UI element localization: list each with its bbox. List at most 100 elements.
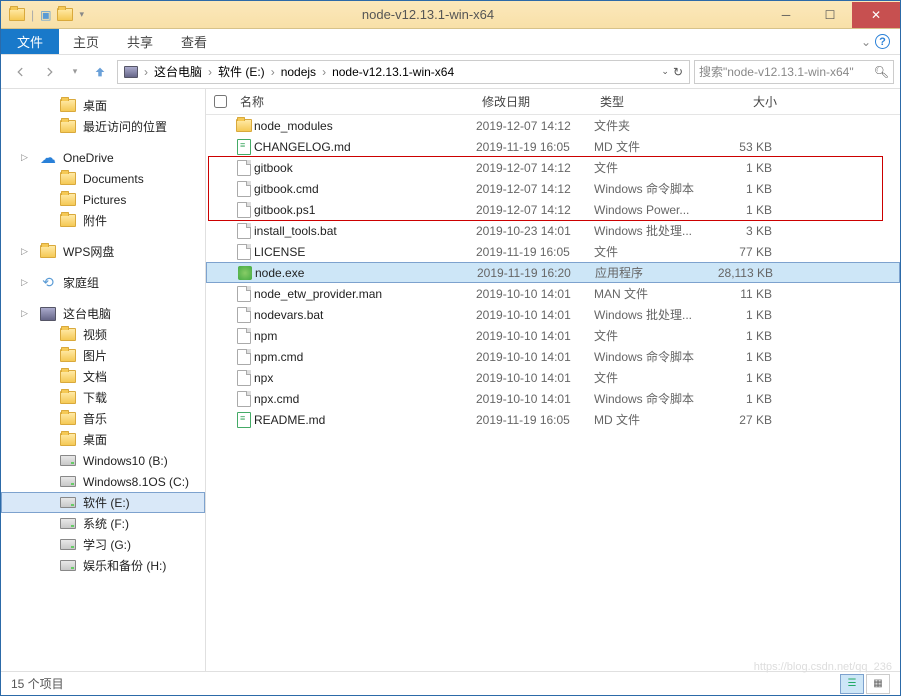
sidebar-item[interactable]: 桌面 [1,95,205,116]
file-row[interactable]: README.md2019-11-19 16:05MD 文件27 KB [206,409,900,430]
file-row[interactable]: node.exe2019-11-19 16:20应用程序28,113 KB [206,262,900,283]
sidebar-item[interactable]: 文档 [1,366,205,387]
sidebar-item[interactable]: 学习 (G:) [1,534,205,555]
titlebar: | ▣ ▾ node-v12.13.1-win-x64 ─ ☐ ✕ [1,1,900,29]
file-row[interactable]: npm.cmd2019-10-10 14:01Windows 命令脚本1 KB [206,346,900,367]
sidebar-item[interactable]: Pictures [1,189,205,210]
file-name: node_modules [254,119,476,133]
file-type: MAN 文件 [594,285,714,302]
file-size: 27 KB [714,413,784,427]
expand-caret-icon[interactable]: ▷ [21,152,33,163]
sidebar-item-label: 图片 [83,347,107,364]
expand-caret-icon[interactable]: ▷ [21,308,33,319]
sidebar-item[interactable]: Documents [1,168,205,189]
breadcrumb-item[interactable]: nodejs [277,61,320,83]
file-row[interactable]: node_modules2019-12-07 14:12文件夹 [206,115,900,136]
file-icon [234,244,254,260]
file-tab[interactable]: 文件 [1,29,59,54]
sidebar-item[interactable]: ▷⟲家庭组 [1,272,205,293]
sidebar-item[interactable]: 最近访问的位置 [1,116,205,137]
sidebar-item[interactable]: ▷WPS网盘 [1,241,205,262]
navigation-pane[interactable]: 桌面最近访问的位置▷☁OneDriveDocumentsPictures附件▷W… [1,89,206,671]
sidebar-item[interactable]: 娱乐和备份 (H:) [1,555,205,576]
file-row[interactable]: gitbook.ps12019-12-07 14:12Windows Power… [206,199,900,220]
file-row[interactable]: npx.cmd2019-10-10 14:01Windows 命令脚本1 KB [206,388,900,409]
forward-button[interactable] [37,59,63,85]
item-count: 15 个项目 [11,675,64,692]
net-icon: ⟲ [39,275,57,291]
file-list[interactable]: node_modules2019-12-07 14:12文件夹CHANGELOG… [206,115,900,671]
file-row[interactable]: npx2019-10-10 14:01文件1 KB [206,367,900,388]
sidebar-item[interactable]: Windows10 (B:) [1,450,205,471]
column-name[interactable]: 名称 [234,93,476,110]
sidebar-item[interactable]: ▷这台电脑 [1,303,205,324]
chevron-right-icon[interactable]: › [142,65,150,79]
file-row[interactable]: gitbook.cmd2019-12-07 14:12Windows 命令脚本1… [206,178,900,199]
back-button[interactable] [7,59,33,85]
maximize-button[interactable]: ☐ [808,2,852,28]
sidebar-item[interactable]: 桌面 [1,429,205,450]
folder-icon [59,411,77,427]
file-row[interactable]: node_etw_provider.man2019-10-10 14:01MAN… [206,283,900,304]
search-placeholder: 搜索"node-v12.13.1-win-x64" [699,63,854,80]
select-all-checkbox[interactable] [206,95,234,108]
sidebar-item[interactable]: Windows8.1OS (C:) [1,471,205,492]
file-size: 1 KB [714,371,784,385]
file-type: 文件 [594,243,714,260]
quick-access-toolbar: | ▣ ▾ [1,8,92,22]
sidebar-item-label: OneDrive [63,151,114,165]
file-type: Windows 命令脚本 [594,348,714,365]
sidebar-item[interactable]: ▷☁OneDrive [1,147,205,168]
chevron-right-icon[interactable]: › [320,65,328,79]
sidebar-item[interactable]: 图片 [1,345,205,366]
sidebar-item[interactable]: 音乐 [1,408,205,429]
up-button[interactable] [87,59,113,85]
sidebar-item[interactable]: 附件 [1,210,205,231]
file-row[interactable]: CHANGELOG.md2019-11-19 16:05MD 文件53 KB [206,136,900,157]
chevron-right-icon[interactable]: › [269,65,277,79]
tab-share[interactable]: 共享 [113,29,167,54]
sidebar-item-label: Windows8.1OS (C:) [83,475,189,489]
breadcrumb-item[interactable]: node-v12.13.1-win-x64 [328,61,458,83]
refresh-icon[interactable]: ↻ [673,65,683,79]
ribbon-expand-icon[interactable]: ⌄ [861,35,871,49]
pc-icon[interactable] [120,61,142,83]
properties-icon[interactable]: ▣ [40,8,51,22]
new-folder-icon[interactable] [57,8,73,21]
minimize-button[interactable]: ─ [764,2,808,28]
expand-caret-icon[interactable]: ▷ [21,246,33,257]
window-title: node-v12.13.1-win-x64 [92,7,764,22]
breadcrumb-item[interactable]: 这台电脑 [150,61,206,83]
details-view-button[interactable]: ☰ [840,674,864,694]
search-icon[interactable]: 🔍︎ [874,65,889,79]
dropdown-icon[interactable]: ⌄ [661,66,669,77]
file-row[interactable]: npm2019-10-10 14:01文件1 KB [206,325,900,346]
sidebar-item[interactable]: 下载 [1,387,205,408]
expand-caret-icon[interactable]: ▷ [21,277,33,288]
sidebar-item-label: 附件 [83,212,107,229]
column-size[interactable]: 大小 [714,93,784,110]
file-row[interactable]: install_tools.bat2019-10-23 14:01Windows… [206,220,900,241]
breadcrumb[interactable]: › 这台电脑 › 软件 (E:) › nodejs › node-v12.13.… [117,60,690,84]
file-row[interactable]: LICENSE2019-11-19 16:05文件77 KB [206,241,900,262]
column-type[interactable]: 类型 [594,93,714,110]
file-row[interactable]: nodevars.bat2019-10-10 14:01Windows 批处理.… [206,304,900,325]
chevron-right-icon[interactable]: › [206,65,214,79]
file-row[interactable]: gitbook2019-12-07 14:12文件1 KB [206,157,900,178]
help-icon[interactable]: ? [875,34,890,49]
tab-home[interactable]: 主页 [59,29,113,54]
search-input[interactable]: 搜索"node-v12.13.1-win-x64" 🔍︎ [694,60,894,84]
column-date[interactable]: 修改日期 [476,93,594,110]
sidebar-item[interactable]: 视频 [1,324,205,345]
breadcrumb-item[interactable]: 软件 (E:) [214,61,269,83]
tab-view[interactable]: 查看 [167,29,221,54]
icons-view-button[interactable]: ▦ [866,674,890,694]
close-button[interactable]: ✕ [852,2,900,28]
file-size: 77 KB [714,245,784,259]
file-type: Windows 命令脚本 [594,390,714,407]
history-dropdown[interactable]: ▾ [67,59,83,85]
sidebar-item[interactable]: 软件 (E:) [1,492,205,513]
file-type: Windows 命令脚本 [594,180,714,197]
sidebar-item[interactable]: 系统 (F:) [1,513,205,534]
qat-dropdown-icon[interactable]: ▾ [79,9,84,20]
